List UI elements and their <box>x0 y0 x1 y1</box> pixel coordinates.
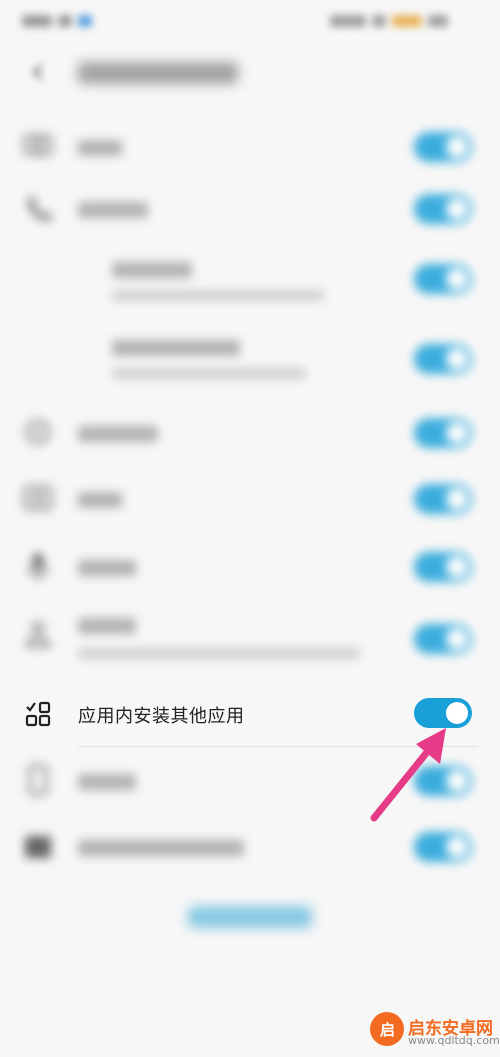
sub-permission-label <box>112 340 240 356</box>
permission-toggle[interactable] <box>414 418 472 448</box>
sub-permission-toggle[interactable] <box>414 264 472 294</box>
phone-device-icon <box>28 764 48 796</box>
permission-row[interactable] <box>0 182 500 242</box>
permission-label <box>78 426 158 442</box>
permission-label <box>78 492 122 508</box>
sub-permission-description <box>112 368 306 379</box>
permission-label <box>78 560 136 576</box>
sub-permission-label <box>112 262 192 278</box>
status-icons-right <box>324 12 474 28</box>
contacts-icon <box>25 621 51 648</box>
permission-row[interactable] <box>0 404 500 464</box>
camera-icon <box>23 134 53 156</box>
permission-toggle[interactable] <box>414 624 472 654</box>
permission-toggle[interactable] <box>414 484 472 514</box>
watermark-url: www.qdltdq.com <box>408 1034 500 1047</box>
permission-description <box>78 648 360 659</box>
annotation-arrow-icon <box>370 728 446 822</box>
install-other-apps-label: 应用内安装其他应用 <box>78 706 245 727</box>
back-arrow-icon[interactable] <box>28 62 48 82</box>
permission-row[interactable] <box>0 604 500 676</box>
bottom-link[interactable] <box>188 906 312 928</box>
header <box>0 48 500 100</box>
permission-label <box>78 840 244 856</box>
sub-permission-toggle[interactable] <box>414 344 472 374</box>
apps-grid-icon <box>25 701 51 727</box>
sub-permission-row[interactable] <box>0 326 500 398</box>
permission-label <box>78 618 136 634</box>
location-icon <box>25 419 51 445</box>
storage-icon <box>23 485 53 511</box>
permission-toggle[interactable] <box>414 832 472 862</box>
phone-icon <box>27 197 52 222</box>
toggle-knob <box>446 702 468 724</box>
permission-toggle[interactable] <box>414 552 472 582</box>
calendar-icon <box>25 836 51 858</box>
permission-toggle[interactable] <box>414 194 472 224</box>
microphone-icon <box>27 553 49 580</box>
permission-toggle[interactable] <box>414 132 472 162</box>
permission-row[interactable] <box>0 468 500 528</box>
permission-row[interactable] <box>0 118 500 178</box>
permission-label <box>78 140 122 156</box>
sub-permission-row[interactable] <box>0 248 500 320</box>
watermark-logo-icon: 启 <box>370 1012 404 1046</box>
watermark-logo-glyph: 启 <box>380 1021 396 1039</box>
permission-row[interactable] <box>0 536 500 596</box>
sub-permission-description <box>112 290 324 301</box>
status-bar <box>0 0 500 42</box>
permission-label <box>78 774 136 790</box>
permission-label <box>78 202 148 218</box>
status-icons-left <box>22 12 142 28</box>
page-title <box>78 62 238 84</box>
